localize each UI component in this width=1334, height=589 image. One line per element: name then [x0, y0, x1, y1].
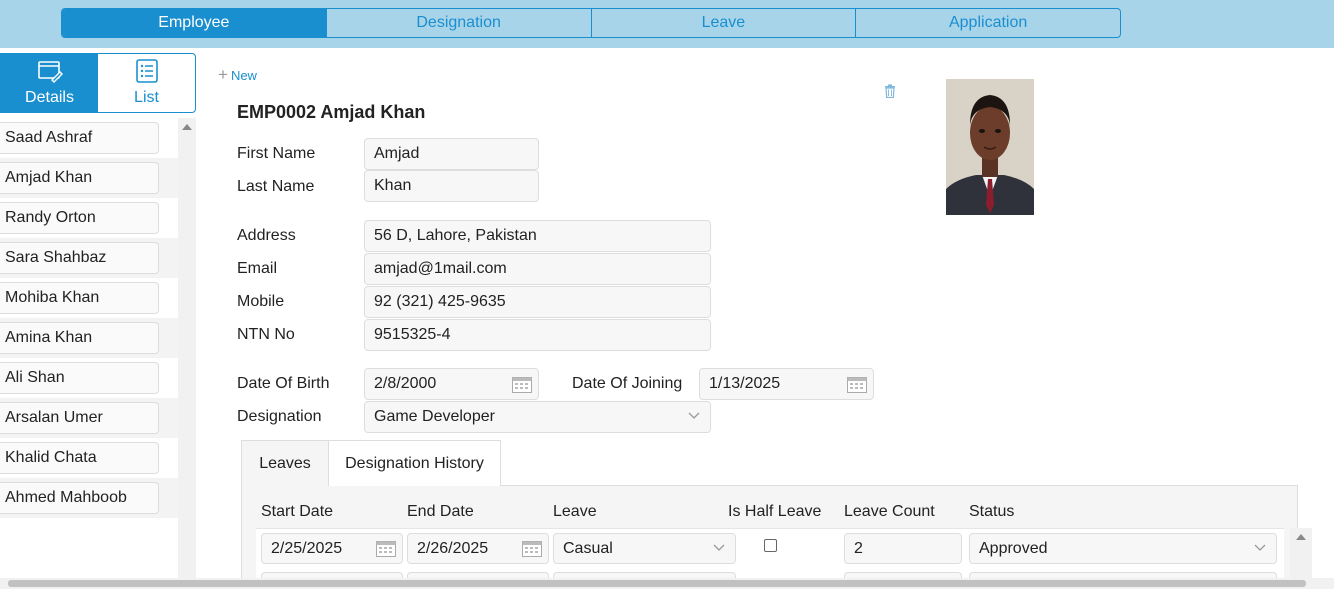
designation-label: Designation [237, 408, 322, 425]
employee-list-item[interactable]: Mohiba Khan [0, 282, 159, 314]
last-name-field[interactable]: Khan [364, 170, 539, 202]
plus-icon: + [218, 65, 228, 84]
end-date-cell[interactable]: 2/26/2025 [407, 533, 549, 564]
new-button[interactable]: + New [218, 65, 257, 85]
tab-application[interactable]: Application [855, 9, 1120, 37]
new-button-label: New [230, 68, 257, 83]
tab-designation-history[interactable]: Designation History [328, 440, 501, 487]
dob-label: Date Of Birth [237, 375, 330, 392]
tab-leaves[interactable]: Leaves [241, 440, 329, 487]
employee-list-item[interactable]: Amjad Khan [0, 162, 159, 194]
dob-datepicker[interactable]: 2/8/2000 [364, 368, 539, 400]
column-header-start-date[interactable]: Start Date [261, 503, 333, 521]
email-label: Email [237, 260, 278, 277]
designation-value: Game Developer [374, 408, 495, 425]
tab-employee[interactable]: Employee [62, 9, 326, 37]
tab-designation[interactable]: Designation [325, 9, 591, 37]
doj-label: Date Of Joining [572, 375, 683, 392]
employee-list-item[interactable]: Saad Ashraf [0, 122, 159, 154]
details-view-button[interactable]: Details [1, 54, 98, 112]
end-date-value: 2/26/2025 [417, 539, 489, 557]
record-sub-tabs: Leaves Designation History [241, 440, 1298, 487]
calendar-icon[interactable] [512, 377, 532, 393]
details-window-icon [37, 61, 63, 83]
chevron-down-icon[interactable] [688, 412, 700, 420]
employee-list-item[interactable]: Ali Shan [0, 362, 159, 394]
view-switcher: Details List [0, 53, 196, 113]
status-select[interactable]: Approved [969, 533, 1277, 564]
ntn-label: NTN No [237, 326, 295, 343]
employee-list-item[interactable]: Ahmed Mahboob [0, 482, 159, 514]
designation-select[interactable]: Game Developer [364, 401, 711, 433]
status-value: Approved [979, 539, 1048, 557]
list-view-label: List [134, 89, 159, 106]
employee-photo[interactable] [946, 79, 1034, 215]
top-nav-bar: Employee Designation Leave Application [0, 0, 1334, 48]
module-tabs: Employee Designation Leave Application [61, 8, 1121, 38]
scroll-up-arrow-icon[interactable] [182, 124, 192, 130]
trash-icon[interactable] [884, 84, 896, 98]
calendar-icon[interactable] [376, 541, 396, 557]
dob-value: 2/8/2000 [374, 375, 437, 392]
calendar-icon[interactable] [522, 541, 542, 557]
tab-leave[interactable]: Leave [590, 9, 856, 37]
column-header-is-half-leave[interactable]: Is Half Leave [728, 503, 821, 521]
half-leave-checkbox[interactable] [764, 539, 777, 552]
ntn-field[interactable]: 9515325-4 [364, 319, 711, 351]
employee-list-item[interactable]: Amina Khan [0, 322, 159, 354]
first-name-label: First Name [237, 145, 316, 162]
leaves-grid-scrollbar[interactable] [1290, 528, 1312, 578]
scroll-up-arrow-icon[interactable] [1296, 534, 1306, 540]
horizontal-scrollbar[interactable] [0, 578, 1334, 589]
chevron-down-icon[interactable] [713, 544, 725, 552]
address-field[interactable]: 56 D, Lahore, Pakistan [364, 220, 711, 252]
doj-datepicker[interactable]: 1/13/2025 [699, 368, 874, 400]
scrollbar-thumb[interactable] [8, 580, 1306, 587]
doj-value: 1/13/2025 [709, 375, 781, 392]
details-view-label: Details [25, 89, 74, 106]
record-title: EMP0002 Amjad Khan [237, 102, 426, 122]
employee-list: Saad Ashraf Amjad Khan Randy Orton Sara … [0, 118, 178, 578]
mobile-field[interactable]: 92 (321) 425-9635 [364, 286, 711, 318]
mobile-label: Mobile [237, 293, 285, 310]
list-icon [135, 59, 158, 83]
list-view-button[interactable]: List [98, 54, 195, 112]
column-header-status[interactable]: Status [969, 503, 1014, 521]
column-header-leave[interactable]: Leave [553, 503, 597, 521]
calendar-icon[interactable] [847, 377, 867, 393]
employee-list-scrollbar[interactable] [178, 118, 196, 578]
employee-list-item[interactable]: Randy Orton [0, 202, 159, 234]
leave-count-field[interactable]: 2 [844, 533, 962, 564]
chevron-down-icon[interactable] [1254, 544, 1266, 552]
employee-list-item[interactable]: Sara Shahbaz [0, 242, 159, 274]
column-header-leave-count[interactable]: Leave Count [844, 503, 935, 521]
column-header-end-date[interactable]: End Date [407, 503, 474, 521]
leave-type-select[interactable]: Casual [553, 533, 736, 564]
employee-list-item[interactable]: Khalid Chata [0, 442, 159, 474]
first-name-field[interactable]: Amjad [364, 138, 539, 170]
email-field[interactable]: amjad@1mail.com [364, 253, 711, 285]
employee-list-item[interactable]: Arsalan Umer [0, 402, 159, 434]
last-name-label: Last Name [237, 178, 315, 195]
address-label: Address [237, 227, 296, 244]
start-date-value: 2/25/2025 [271, 539, 343, 557]
leave-type-value: Casual [563, 539, 613, 557]
start-date-cell[interactable]: 2/25/2025 [261, 533, 403, 564]
